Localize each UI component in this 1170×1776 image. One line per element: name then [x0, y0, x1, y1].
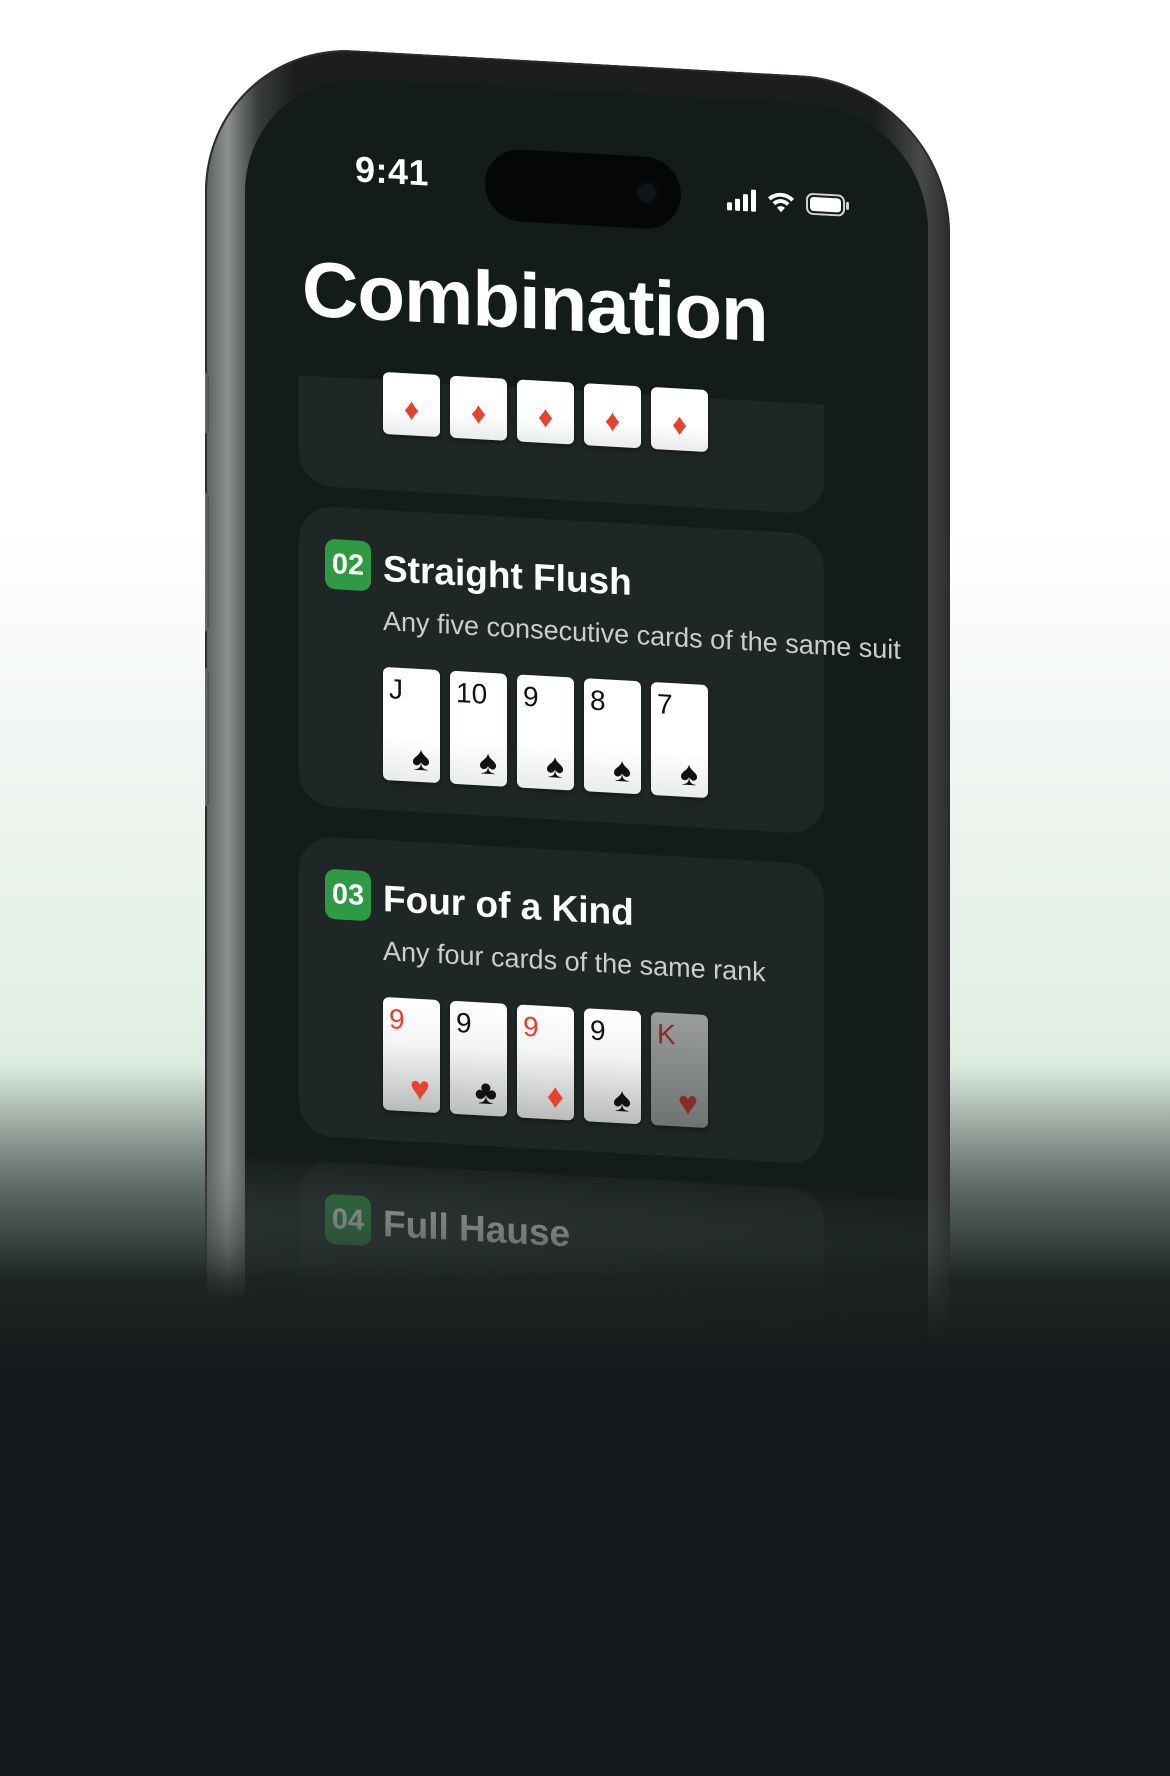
diamond-icon: ♦ [470, 396, 487, 431]
status-icons [727, 187, 850, 218]
action-button [195, 371, 209, 435]
heart-icon: ♥ [409, 1069, 430, 1109]
card-rank: 10 [456, 677, 488, 710]
card-rank: 8 [590, 684, 606, 717]
playing-card: J ♠ [383, 666, 440, 784]
spade-icon: ♠ [679, 754, 698, 794]
combination-card-full-house[interactable]: 04 Full Hause [299, 1160, 824, 1450]
playing-card: ♦ [651, 386, 708, 453]
card-rank: 9 [389, 1003, 405, 1036]
card-rank: 9 [456, 1007, 472, 1039]
playing-card: 9 ♥ [383, 996, 440, 1114]
combination-card-royal-flush[interactable]: ♦ ♦ ♦ ♦ ♦ [299, 371, 824, 515]
card-rank: 7 [657, 688, 673, 721]
wifi-icon [766, 189, 796, 215]
phone-screen: 9:41 Combination ♦ ♦ ♦ ♦ ♦ 02 Straight F… [245, 72, 928, 1523]
diamond-icon: ♦ [546, 1077, 564, 1117]
playing-card: 9 ♠ [517, 674, 574, 791]
diamond-icon: ♦ [403, 393, 420, 427]
phone-mockup: 9:41 Combination ♦ ♦ ♦ ♦ ♦ 02 Straight F… [195, 42, 950, 1544]
spade-icon: ♠ [612, 1080, 631, 1120]
playing-card: 9 ♣ [450, 1000, 507, 1117]
playing-card: ♦ [517, 379, 574, 445]
dynamic-island [485, 147, 681, 231]
playing-card-kicker: K ♥ [651, 1011, 708, 1129]
combination-description: Any four cards of the same rank [383, 935, 766, 988]
playing-card: ♦ [450, 375, 507, 441]
playing-card: 10 ♠ [450, 670, 507, 787]
card-rank: 9 [523, 680, 539, 713]
combination-title: Four of a Kind [383, 877, 634, 933]
diamond-icon: ♦ [671, 408, 688, 442]
combination-number-badge: 02 [325, 538, 371, 592]
marketing-scene: 9:41 Combination ♦ ♦ ♦ ♦ ♦ 02 Straight F… [0, 0, 1170, 1776]
playing-card: ♦ [584, 383, 641, 449]
diamond-icon: ♦ [604, 404, 621, 439]
playing-card: 7 ♠ [651, 681, 708, 799]
status-time: 9:41 [355, 148, 430, 194]
battery-icon [806, 192, 850, 217]
spade-icon: ♠ [612, 750, 631, 790]
playing-card: 9 ♠ [584, 1008, 641, 1125]
volume-up-button [195, 491, 209, 633]
spade-icon: ♠ [411, 739, 430, 779]
playing-card: 8 ♠ [584, 678, 641, 795]
front-camera-icon [635, 180, 659, 206]
spade-icon: ♠ [478, 743, 497, 783]
club-icon: ♣ [474, 1073, 497, 1113]
spade-icon: ♠ [545, 747, 564, 787]
combination-card-four-of-a-kind[interactable]: 03 Four of a Kind Any four cards of the … [299, 835, 824, 1165]
diamond-icon: ♦ [537, 400, 554, 435]
combination-title: Straight Flush [383, 547, 632, 603]
combination-number-badge: 04 [325, 1193, 371, 1247]
hand-cards: ♦ ♦ ♦ ♦ ♦ [383, 371, 708, 453]
playing-card: 9 ♦ [517, 1004, 574, 1121]
combination-number-badge: 03 [325, 868, 371, 922]
volume-down-button [195, 666, 209, 808]
playing-card: ♦ [383, 371, 440, 438]
cellular-signal-icon [727, 188, 756, 212]
combination-card-straight-flush[interactable]: 02 Straight Flush Any five consecutive c… [299, 505, 901, 835]
combination-title: Full Hause [383, 1202, 571, 1255]
combination-description: Any five consecutive cards of the same s… [383, 605, 901, 665]
hand-cards: 9 ♥ 9 ♣ 9 ♦ 9 ♠ K ♥ [383, 996, 708, 1129]
hand-cards: J ♠ 10 ♠ 9 ♠ 8 ♠ 7 ♠ [383, 666, 708, 799]
card-rank: J [389, 673, 403, 706]
page-title: Combination [302, 244, 768, 359]
card-rank: 9 [523, 1010, 539, 1043]
card-rank: 9 [590, 1014, 606, 1047]
heart-icon: ♥ [677, 1084, 698, 1124]
card-rank: K [657, 1018, 676, 1051]
